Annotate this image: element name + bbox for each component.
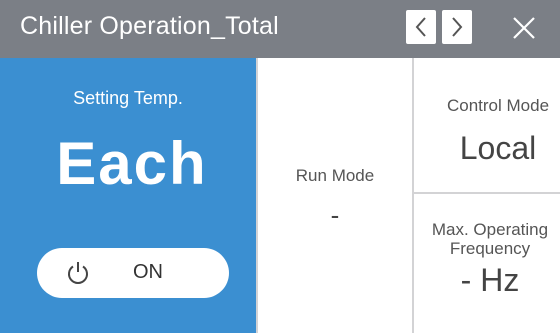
next-button[interactable] — [442, 10, 472, 44]
control-mode-panel[interactable]: Control Mode Local — [414, 58, 560, 192]
frequency-value: - Hz — [460, 262, 520, 298]
chiller-dialog: Chiller Operation_Total Setting Temp. Ea… — [0, 0, 560, 333]
frequency-label: Max. Operating Frequency — [420, 220, 560, 258]
title-bar: Chiller Operation_Total — [0, 0, 560, 58]
power-toggle-button[interactable]: ON — [37, 248, 229, 298]
frequency-panel[interactable]: Max. Operating Frequency - Hz — [414, 194, 560, 333]
run-mode-label: Run Mode — [295, 166, 375, 185]
frequency-label-line1: Max. Operating — [431, 220, 549, 239]
frequency-label-line2: Frequency — [449, 239, 531, 258]
prev-button[interactable] — [406, 10, 436, 44]
setting-temp-panel[interactable]: Setting Temp. Each ON — [0, 58, 256, 333]
control-mode-label: Control Mode — [446, 96, 550, 115]
run-mode-panel[interactable]: Run Mode - — [258, 58, 412, 333]
chevron-right-icon — [452, 17, 463, 37]
power-status-label: ON — [133, 261, 163, 283]
setting-temp-value: Each — [56, 130, 208, 197]
dialog-title: Chiller Operation_Total — [20, 12, 279, 40]
close-icon — [513, 17, 535, 39]
control-mode-value: Local — [459, 130, 537, 166]
run-mode-value: - — [330, 200, 340, 230]
power-icon — [68, 262, 88, 284]
chevron-left-icon — [415, 17, 426, 37]
setting-temp-label: Setting Temp. — [73, 88, 183, 108]
close-button[interactable] — [500, 8, 548, 48]
